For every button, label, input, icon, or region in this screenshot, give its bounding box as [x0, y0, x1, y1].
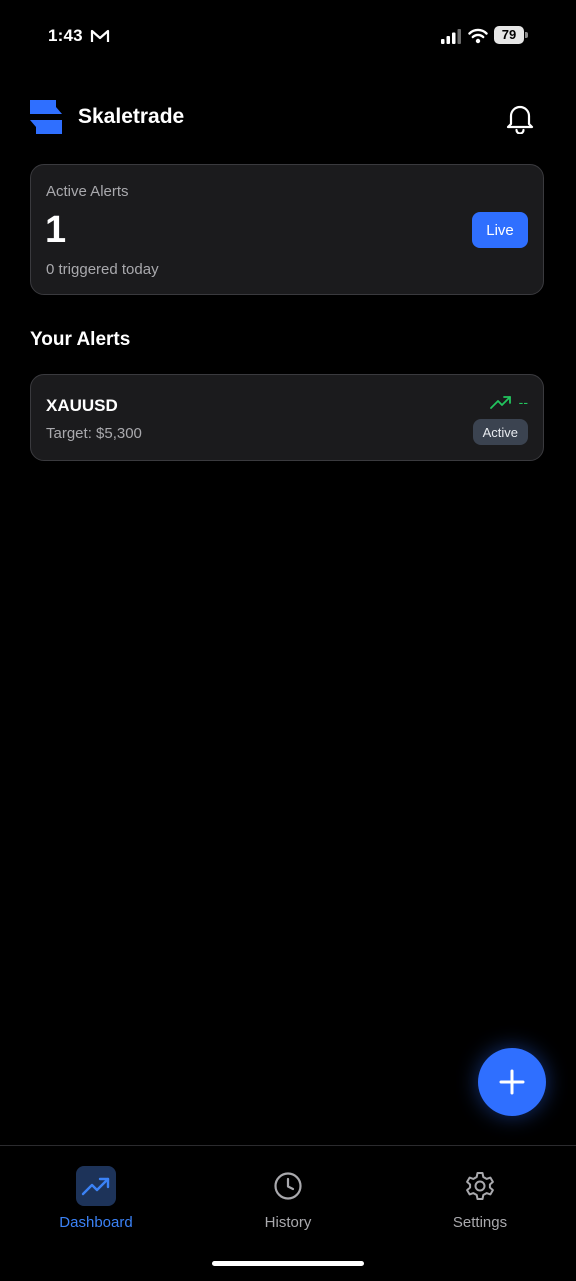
- alert-change: --: [518, 394, 528, 410]
- alert-target: Target: $5,300: [46, 425, 142, 442]
- trending-up-icon: [81, 1177, 110, 1196]
- status-time: 1:43: [48, 26, 83, 45]
- add-alert-button[interactable]: [478, 1048, 546, 1116]
- nav-history-icon-wrap: [268, 1166, 308, 1206]
- brand-name: Skaletrade: [78, 105, 185, 128]
- nav-settings-label: Settings: [452, 1214, 508, 1231]
- alert-symbol: XAUUSD: [46, 396, 118, 415]
- live-badge: Live: [472, 212, 528, 248]
- home-indicator: [212, 1261, 364, 1266]
- battery-tip: [525, 32, 528, 38]
- triggered-today-text: 0 triggered today: [46, 261, 159, 278]
- trending-up-icon: [490, 396, 511, 409]
- gear-icon: [466, 1172, 494, 1200]
- plus-icon: [499, 1069, 525, 1095]
- clock-icon: [274, 1172, 302, 1200]
- nav-dashboard[interactable]: Dashboard: [0, 1146, 192, 1246]
- notifications-button[interactable]: [500, 98, 540, 138]
- status-bar: 1:43 79: [0, 0, 576, 72]
- skaletrade-logo-icon: [30, 100, 62, 134]
- active-alerts-card: Active Alerts 1 0 triggered today Live: [30, 164, 544, 295]
- alert-status-badge: Active: [472, 419, 528, 445]
- wifi-icon: [468, 28, 488, 44]
- bell-icon: [506, 105, 534, 134]
- nav-dashboard-icon-wrap: [76, 1166, 116, 1206]
- nav-dashboard-label: Dashboard: [59, 1214, 133, 1231]
- alert-card[interactable]: XAUUSD Target: $5,300 -- Active: [30, 374, 544, 461]
- cellular-signal-icon: [441, 29, 461, 44]
- active-alerts-label: Active Alerts: [46, 183, 129, 200]
- battery-indicator: 79: [494, 26, 524, 44]
- your-alerts-heading: Your Alerts: [30, 329, 131, 350]
- nav-settings-icon-wrap: [460, 1166, 500, 1206]
- nav-settings[interactable]: Settings: [384, 1146, 576, 1246]
- active-alerts-count: 1: [45, 209, 67, 251]
- nav-history[interactable]: History: [192, 1146, 384, 1246]
- app-header: Skaletrade: [0, 92, 576, 142]
- nav-history-label: History: [264, 1214, 312, 1231]
- mail-icon: [90, 29, 110, 42]
